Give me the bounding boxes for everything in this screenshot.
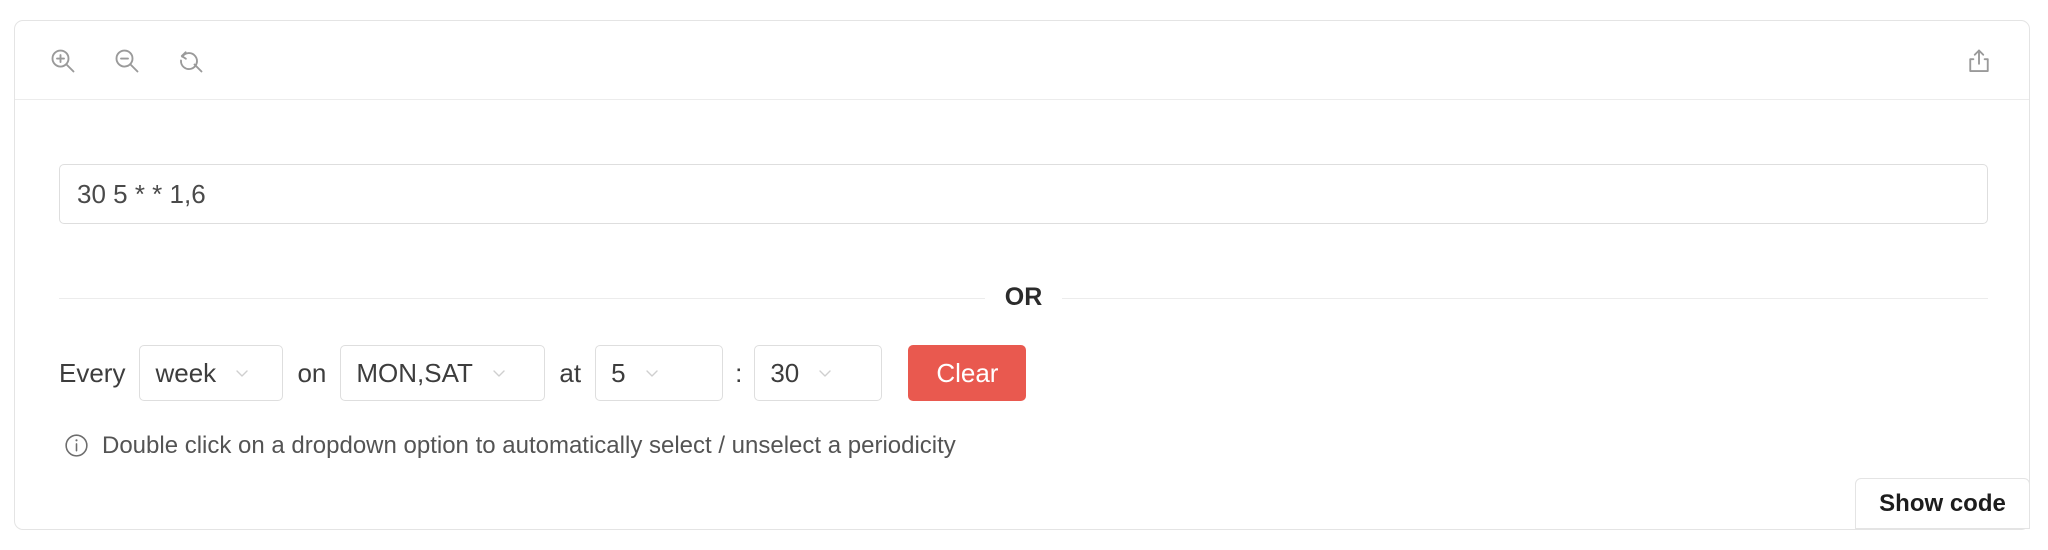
hour-select-value: 5 [611, 358, 626, 388]
chevron-down-icon [489, 363, 509, 383]
hint-row: Double click on a dropdown option to aut… [63, 432, 956, 459]
show-code-button[interactable]: Show code [1855, 478, 2030, 529]
zoom-out-button[interactable] [109, 43, 145, 79]
share-export-icon [1964, 46, 1994, 76]
editor-body: OR Every week on MON,SAT [15, 100, 2029, 529]
or-divider-label: OR [1004, 282, 1043, 311]
clear-button[interactable]: Clear [908, 345, 1027, 401]
or-divider: OR [59, 278, 1988, 318]
period-select-value: week [155, 358, 217, 388]
cron-editor-screen: OR Every week on MON,SAT [0, 0, 2048, 550]
toolbar-left-group [45, 21, 209, 100]
hour-select[interactable]: 5 [595, 345, 724, 401]
zoom-in-icon [48, 46, 78, 76]
at-label: at [559, 358, 582, 388]
days-select-value: MON,SAT [356, 358, 473, 388]
minute-select[interactable]: 30 [754, 345, 883, 401]
chevron-down-icon [642, 363, 662, 383]
toolbar-right-group [1961, 21, 1997, 100]
toolbar [15, 21, 2029, 100]
cron-expression-field [59, 164, 1988, 224]
zoom-in-button[interactable] [45, 43, 81, 79]
minute-select-value: 30 [770, 358, 800, 388]
cron-expression-input[interactable] [59, 164, 1988, 224]
zoom-reset-icon [176, 46, 206, 76]
time-separator: : [735, 358, 743, 388]
share-button[interactable] [1961, 43, 1997, 79]
cron-editor-panel: OR Every week on MON,SAT [14, 20, 2030, 530]
show-code-label: Show code [1879, 489, 2006, 517]
zoom-reset-button[interactable] [173, 43, 209, 79]
chevron-down-icon [815, 363, 835, 383]
period-select[interactable]: week [139, 345, 284, 401]
days-select[interactable]: MON,SAT [340, 345, 546, 401]
hint-text: Double click on a dropdown option to aut… [102, 431, 956, 459]
or-divider-line-right [1062, 297, 1988, 299]
on-label: on [297, 358, 327, 388]
chevron-down-icon [232, 363, 252, 383]
info-circle-icon [63, 432, 90, 459]
zoom-out-icon [112, 46, 142, 76]
schedule-builder-row: Every week on MON,SAT at 5: 30 Clear [59, 345, 1027, 401]
every-label: Every [59, 358, 126, 388]
or-divider-line-left [59, 297, 985, 299]
